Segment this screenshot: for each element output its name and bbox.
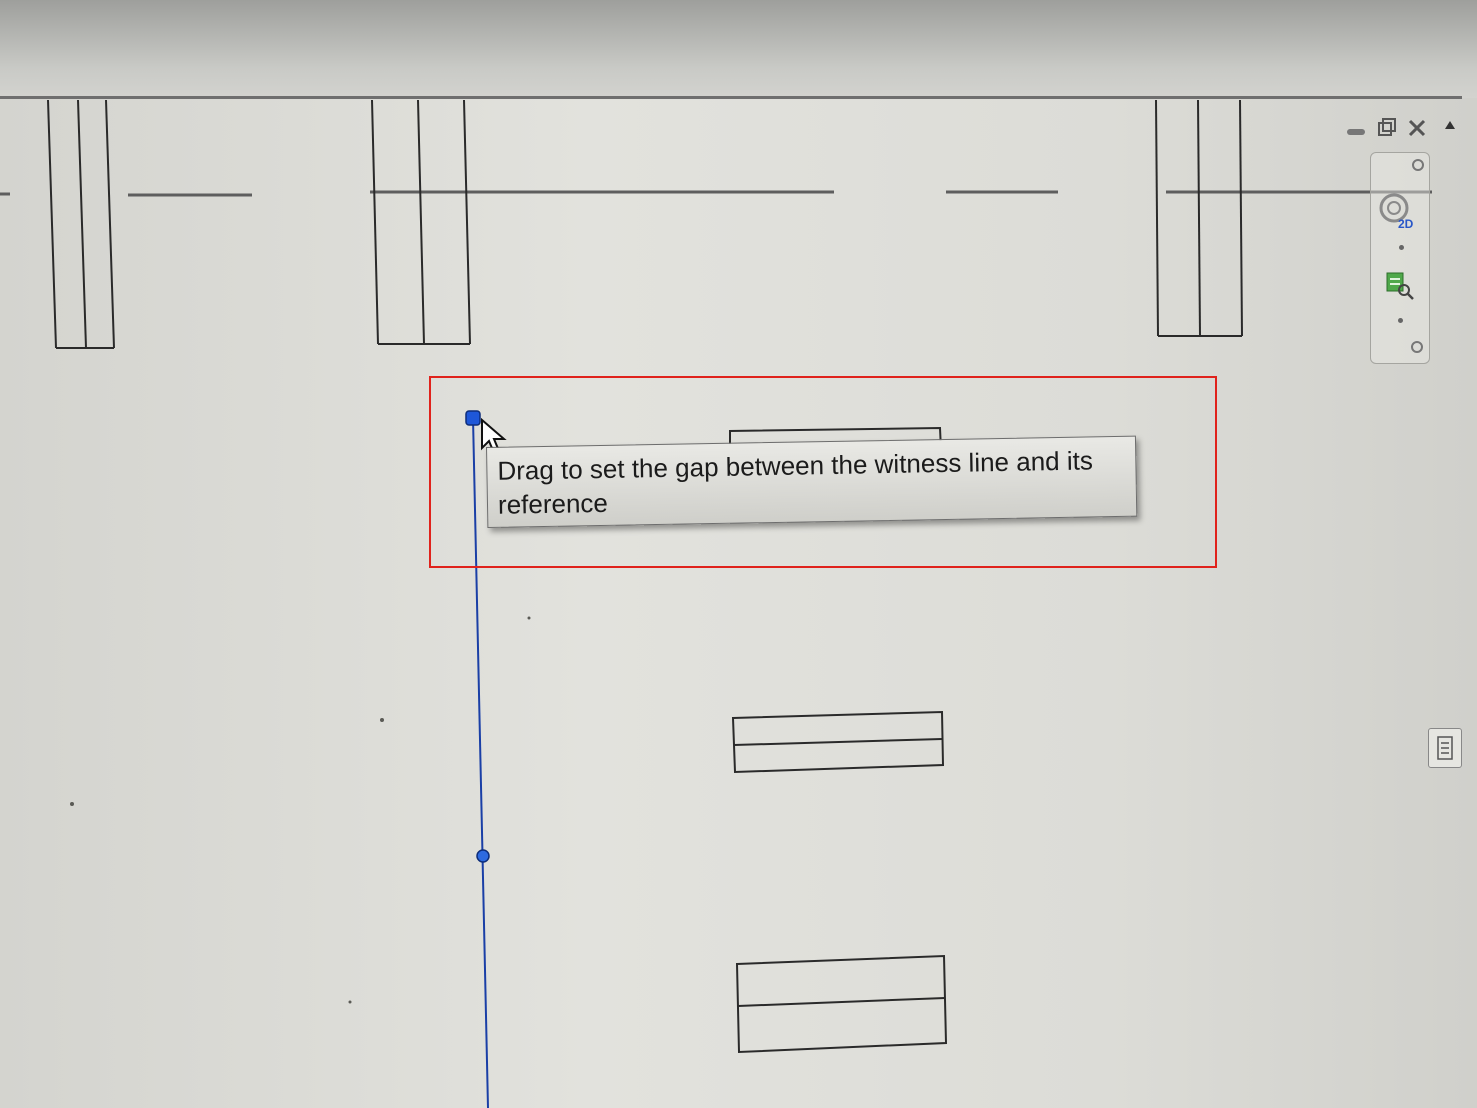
flyout-dot	[1399, 245, 1404, 250]
highlight-annotation-box	[429, 376, 1217, 568]
view-2d-icon[interactable]: 2D	[1378, 192, 1416, 231]
witness-midpoint-grip[interactable]	[476, 849, 490, 863]
view-navigation-bar	[1370, 152, 1430, 364]
collapse-arrow-icon[interactable]	[1444, 116, 1456, 133]
column-group-left	[47, 99, 115, 349]
restore-icon[interactable]	[1377, 118, 1397, 141]
beam-label-box-bottom[interactable]	[735, 954, 948, 1054]
surface-specks	[70, 616, 531, 1004]
column-group-right	[1155, 99, 1243, 337]
properties-palette-icon[interactable]	[1428, 728, 1462, 768]
beam-label-box-middle[interactable]	[731, 710, 945, 774]
toolbar-settings-icon[interactable]	[1410, 340, 1424, 357]
column-group-middle	[371, 99, 471, 345]
horizontal-reference-lines	[0, 190, 1432, 197]
close-icon[interactable]	[1407, 118, 1427, 141]
view-2d-badge: 2D	[1398, 217, 1414, 230]
zoom-sheet-icon[interactable]	[1384, 270, 1416, 302]
flyout-dot	[1398, 318, 1403, 323]
minimize-icon[interactable]	[1346, 124, 1366, 141]
toolbar-settings-icon[interactable]	[1411, 158, 1425, 175]
